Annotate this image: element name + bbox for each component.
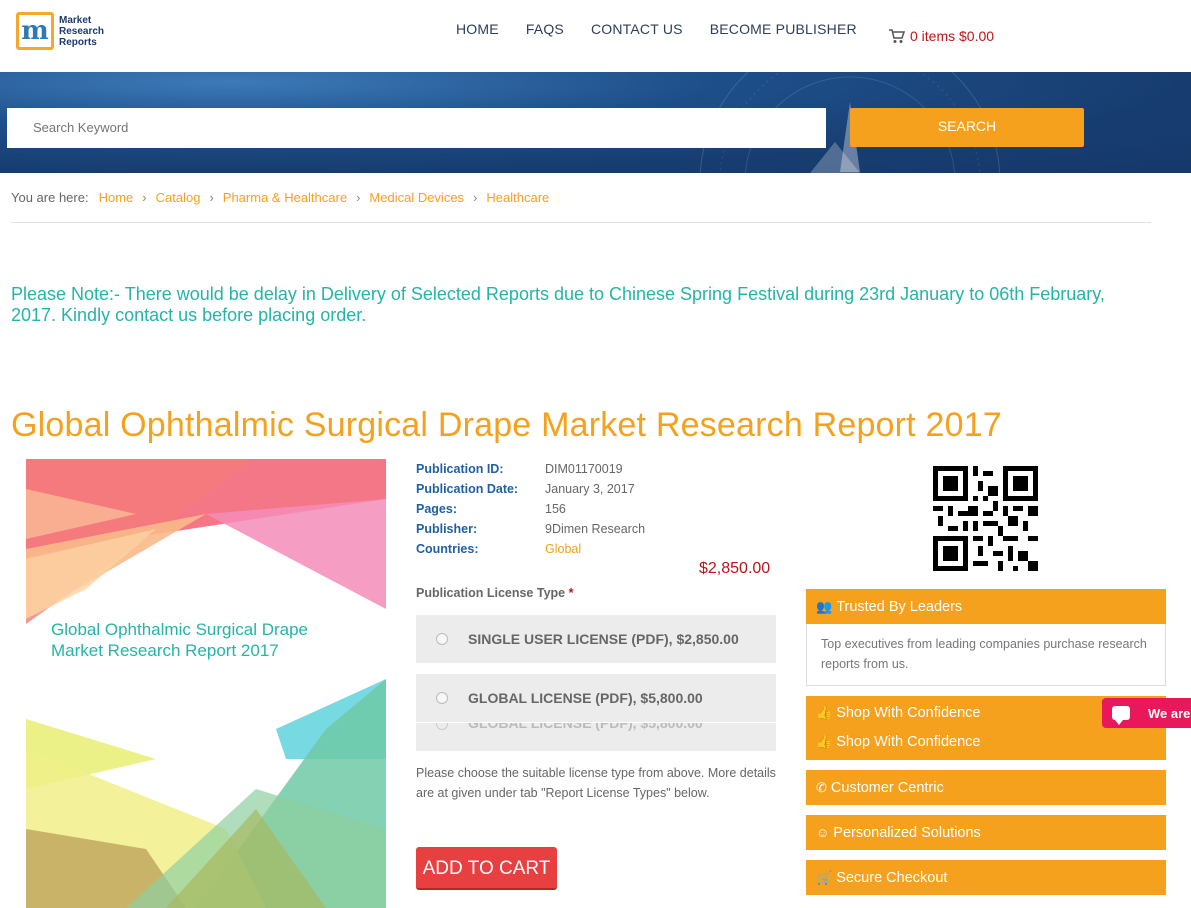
trusted-body: Top executives from leading companies pu…	[806, 624, 1166, 686]
delivery-notice: Please Note:- There would be delay in De…	[11, 284, 1105, 325]
breadcrumb-home[interactable]: Home	[99, 190, 134, 205]
cart-icon	[889, 28, 905, 43]
chat-label: We are	[1148, 705, 1191, 721]
secure-checkout-label: Secure Checkout	[836, 869, 948, 886]
personalized-solutions-header[interactable]: ☺ Personalized Solutions	[806, 815, 1166, 850]
logo-mark: m	[16, 12, 54, 50]
cart-icon: 🛒	[816, 869, 833, 885]
breadcrumb-label: You are here:	[11, 190, 89, 205]
license-option-ghost-label: GLOBAL LICENSE (PDF), $5,800.00	[468, 723, 703, 731]
logo-wordmark: Market Research Reports	[59, 15, 104, 48]
detail-row: Countries: Global	[416, 542, 645, 562]
detail-row: Pages: 156	[416, 502, 645, 522]
detail-row: Publication ID: DIM01170019	[416, 462, 645, 482]
divider	[11, 222, 1151, 223]
breadcrumb-medical-devices[interactable]: Medical Devices	[369, 190, 464, 205]
chevron-right-icon: ›	[356, 190, 361, 205]
report-price: $2,850.00	[699, 560, 771, 577]
cart-link[interactable]: 0 items $0.00	[888, 28, 994, 44]
logo-letter: m	[19, 15, 51, 47]
customer-centric-label: Customer Centric	[830, 779, 944, 796]
breadcrumb-catalog[interactable]: Catalog	[156, 190, 201, 205]
breadcrumb-pharma[interactable]: Pharma & Healthcare	[223, 190, 347, 205]
detail-key: Pages:	[416, 502, 457, 516]
cart-summary: 0 items $0.00	[910, 28, 995, 44]
logo-line-1: Market	[59, 14, 92, 26]
chevron-right-icon: ›	[142, 190, 147, 205]
breadcrumb-healthcare[interactable]: Healthcare	[486, 190, 549, 205]
detail-value: January 3, 2017	[545, 482, 635, 496]
search-banner: SEARCH	[0, 72, 1191, 173]
license-radio[interactable]	[436, 633, 448, 645]
personalized-label: Personalized Solutions	[833, 824, 981, 841]
nav-contact-us[interactable]: CONTACT US	[591, 21, 683, 37]
logo-line-2: Research	[59, 25, 105, 37]
users-icon: 👥	[816, 598, 833, 614]
detail-row: Publisher: 9Dimen Research	[416, 522, 645, 542]
countries-link[interactable]: Global	[545, 542, 581, 562]
search-input[interactable]	[7, 108, 826, 148]
detail-value: DIM01170019	[545, 462, 623, 476]
chat-widget[interactable]: We are	[1102, 698, 1191, 728]
license-help-text: Please choose the suitable license type …	[416, 766, 776, 800]
shop-line-1: 👍 Shop With Confidence	[816, 705, 980, 721]
add-to-cart-button[interactable]: ADD TO CART	[416, 847, 557, 890]
site-logo[interactable]: m Market Research Reports	[16, 12, 104, 50]
license-option-label: SINGLE USER LICENSE (PDF), $2,850.00	[468, 631, 739, 647]
search-button[interactable]: SEARCH	[850, 108, 1084, 147]
breadcrumb: You are here: Home › Catalog › Pharma & …	[11, 190, 549, 205]
license-option-single-user[interactable]: SINGLE USER LICENSE (PDF), $2,850.00	[416, 615, 776, 663]
phone-icon: ✆	[816, 779, 827, 795]
chevron-right-icon: ›	[473, 190, 478, 205]
license-radio-ghost	[436, 723, 448, 730]
trusted-title: Trusted By Leaders	[836, 598, 963, 615]
secure-checkout-header[interactable]: 🛒 Secure Checkout	[806, 860, 1166, 895]
nav-faqs[interactable]: FAQS	[526, 21, 564, 37]
smile-icon: ☺	[816, 825, 830, 840]
detail-key: Publication Date:	[416, 482, 519, 496]
cover-title: Global Ophthalmic Surgical Drape Market …	[51, 620, 309, 660]
site-header: m Market Research Reports HOME FAQS CONT…	[0, 0, 1191, 72]
chat-bubble-icon	[1112, 706, 1130, 725]
cover-artwork	[26, 459, 386, 908]
thumbs-up-icon: 👍	[816, 705, 833, 720]
detail-row: Publication Date: January 3, 2017	[416, 482, 645, 502]
customer-centric-header[interactable]: ✆ Customer Centric	[806, 770, 1166, 805]
license-option-overflow: GLOBAL LICENSE (PDF), $5,800.00	[416, 723, 776, 751]
report-details: Publication ID: DIM01170019 Publication …	[416, 462, 645, 562]
shop-line-2: 👍 Shop With Confidence	[816, 734, 980, 750]
required-marker: *	[568, 586, 574, 600]
trusted-by-leaders-header: 👥 Trusted By Leaders	[806, 589, 1166, 624]
detail-key: Countries:	[416, 542, 479, 556]
license-radio[interactable]	[436, 692, 448, 704]
detail-value: 9Dimen Research	[545, 522, 646, 536]
shop-label-2: Shop With Confidence	[836, 734, 981, 750]
license-option-global[interactable]: GLOBAL LICENSE (PDF), $5,800.00	[416, 674, 776, 722]
thumbs-up-icon: 👍	[816, 734, 833, 749]
qr-code-icon	[933, 466, 1038, 571]
detail-key: Publication ID:	[416, 462, 504, 476]
license-label-text: Publication License Type	[416, 586, 566, 600]
shop-label-1: Shop With Confidence	[836, 705, 981, 721]
page-title: Global Ophthalmic Surgical Drape Market …	[11, 406, 1002, 444]
chevron-right-icon: ›	[209, 190, 214, 205]
main-nav: HOME FAQS CONTACT US BECOME PUBLISHER	[456, 21, 884, 37]
logo-line-3: Reports	[59, 36, 97, 48]
nav-become-publisher[interactable]: BECOME PUBLISHER	[710, 21, 857, 37]
license-option-label: GLOBAL LICENSE (PDF), $5,800.00	[468, 690, 703, 706]
nav-home[interactable]: HOME	[456, 21, 499, 37]
license-type-label: Publication License Type *	[416, 586, 573, 600]
detail-value: 156	[545, 502, 566, 516]
detail-key: Publisher:	[416, 522, 478, 536]
report-cover-image: Global Ophthalmic Surgical Drape Market …	[26, 459, 386, 908]
